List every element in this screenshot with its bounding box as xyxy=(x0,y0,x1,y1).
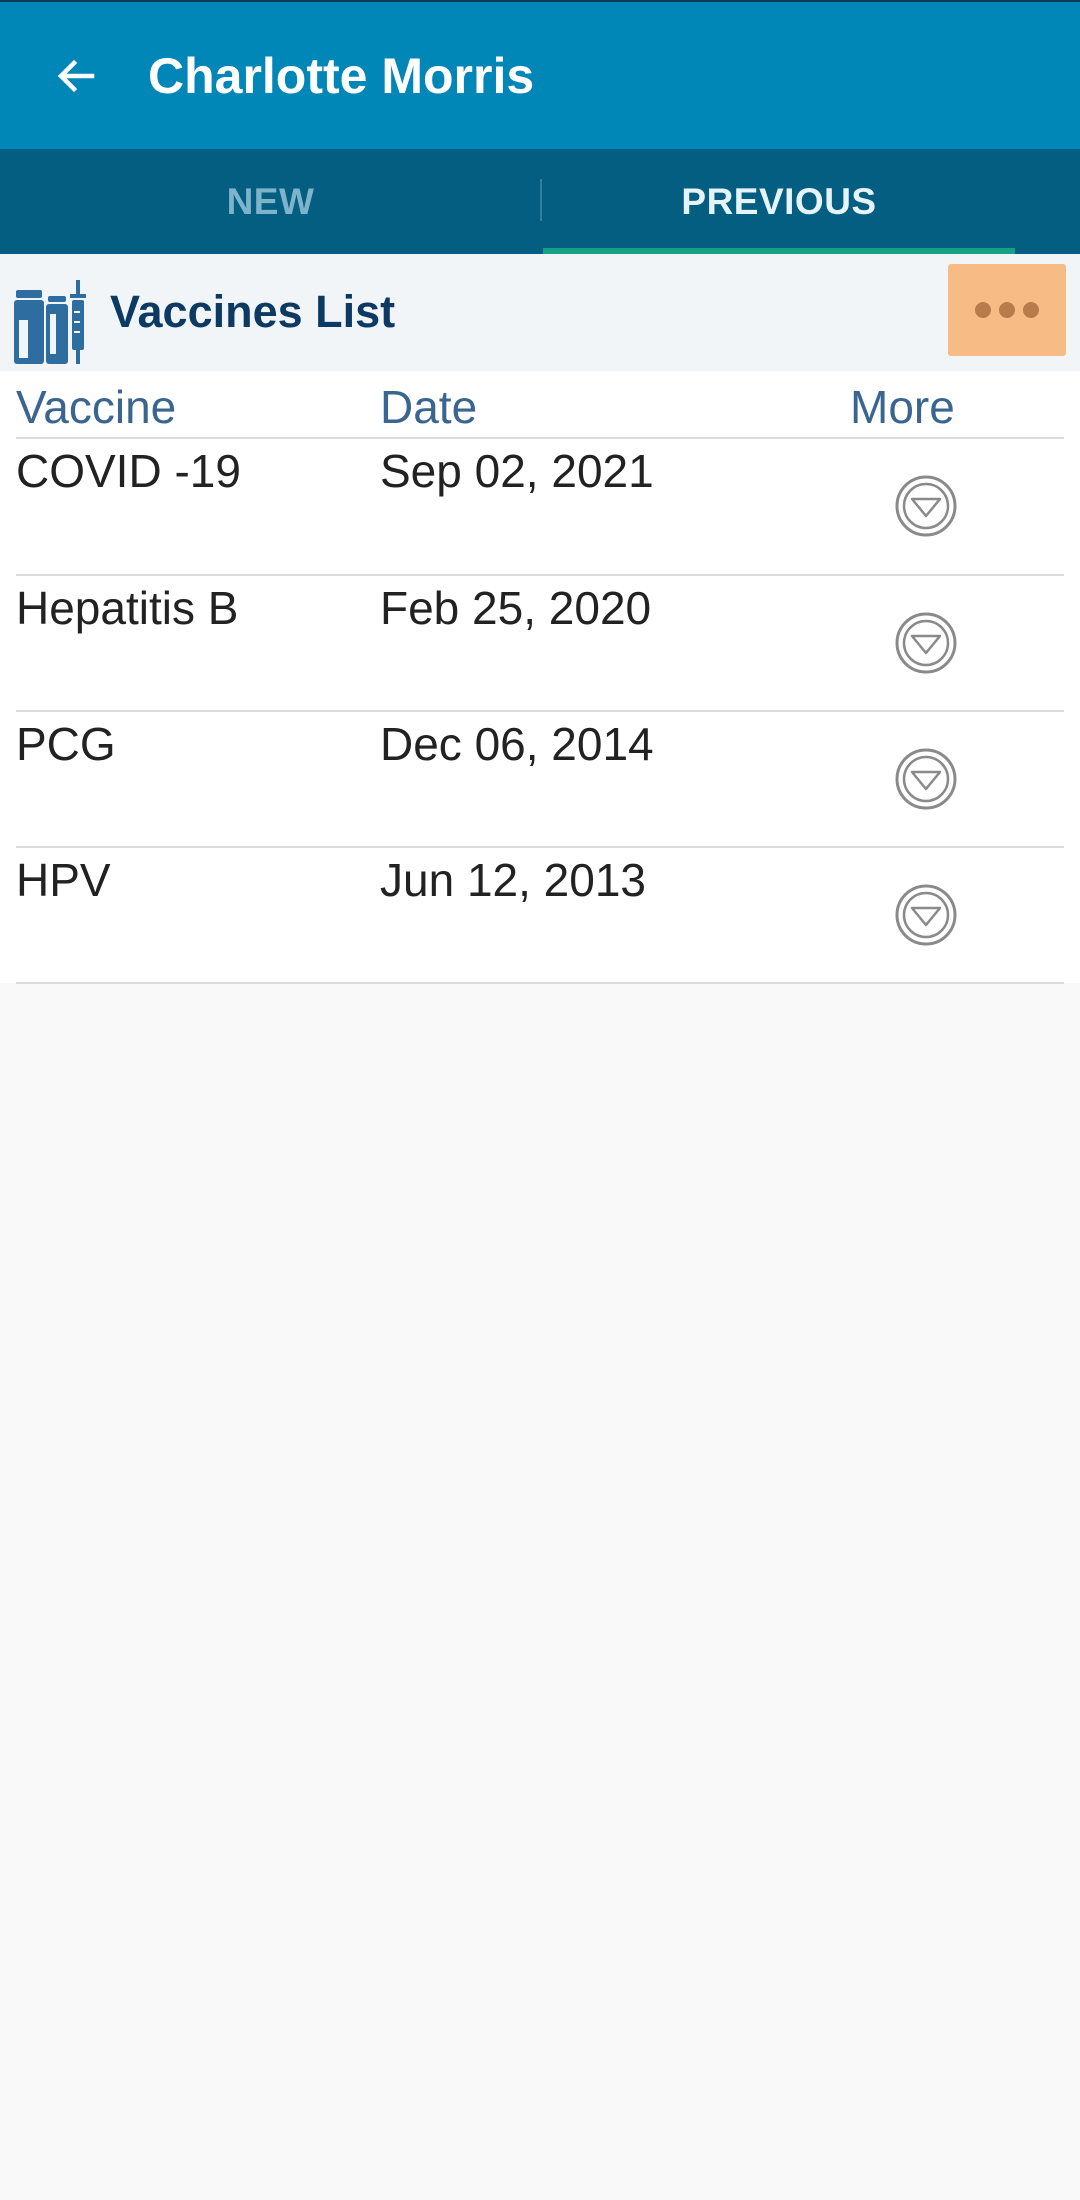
tab-bar: NEW PREVIOUS xyxy=(0,149,1080,254)
vaccine-name: Hepatitis B xyxy=(16,582,239,634)
vaccine-date: Sep 02, 2021 xyxy=(380,445,654,497)
chevron-down-circle-icon[interactable] xyxy=(894,883,958,947)
more-horizontal-icon xyxy=(975,302,991,318)
vaccine-date: Feb 25, 2020 xyxy=(380,582,652,634)
more-menu-button[interactable] xyxy=(948,264,1066,356)
page-title: Charlotte Morris xyxy=(148,48,535,104)
back-button[interactable] xyxy=(40,40,112,112)
more-dot xyxy=(1023,302,1039,318)
tab-previous[interactable]: PREVIOUS xyxy=(543,149,1015,254)
tab-divider xyxy=(540,179,542,221)
section-title: Vaccines List xyxy=(110,286,396,337)
vaccine-name: PCG xyxy=(16,718,116,770)
chevron-down-circle-icon[interactable] xyxy=(894,474,958,538)
section-header: Vaccines List xyxy=(0,254,1080,371)
chevron-down-circle-icon[interactable] xyxy=(894,611,958,675)
vaccine-name: COVID -19 xyxy=(16,445,241,497)
table-row: HPV Jun 12, 2013 xyxy=(0,848,1080,984)
more-dot xyxy=(999,302,1015,318)
vaccine-date: Jun 12, 2013 xyxy=(380,854,647,906)
tab-new[interactable]: NEW xyxy=(0,149,541,254)
divider xyxy=(16,982,1064,984)
table-row: COVID -19 Sep 02, 2021 xyxy=(0,439,1080,575)
column-header-vaccine: Vaccine xyxy=(16,381,177,433)
column-header-date: Date xyxy=(380,381,478,433)
app-bar: Charlotte Morris xyxy=(0,0,1080,149)
table-row: PCG Dec 06, 2014 xyxy=(0,712,1080,848)
table-row: Hepatitis B Feb 25, 2020 xyxy=(0,576,1080,712)
chevron-down-circle-icon[interactable] xyxy=(894,747,958,811)
vaccines-table: Vaccine Date More COVID -19 Sep 02, 2021… xyxy=(0,371,1080,984)
column-header-more: More xyxy=(850,381,955,433)
vaccine-vials-icon xyxy=(14,280,86,364)
vaccine-date: Dec 06, 2014 xyxy=(380,718,654,770)
vaccine-name: HPV xyxy=(16,854,111,906)
arrow-left-icon xyxy=(57,59,95,93)
